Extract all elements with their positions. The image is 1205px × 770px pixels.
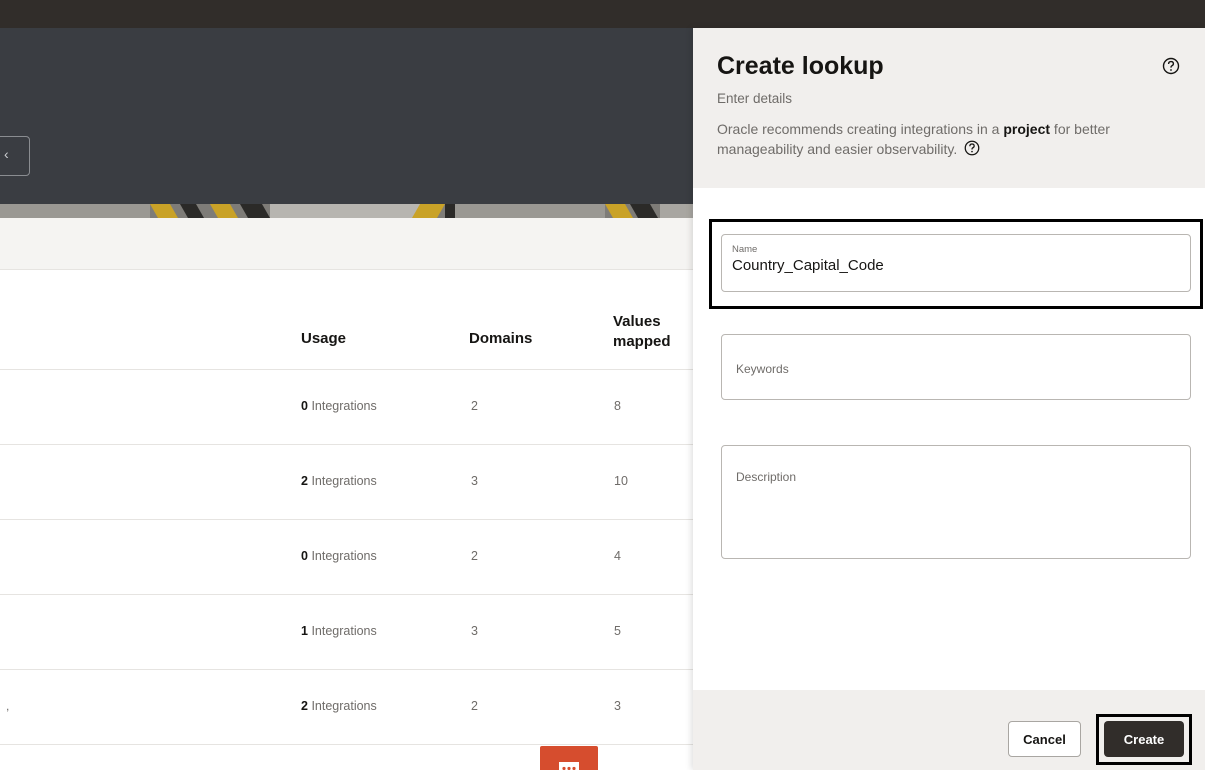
- hero-banner: ‹: [0, 28, 693, 204]
- drawer-subtitle: Enter details: [717, 91, 793, 106]
- create-button[interactable]: Create: [1104, 721, 1184, 757]
- hero-back-button[interactable]: ‹: [0, 136, 30, 176]
- table-row[interactable]: , 2 Integrations 2 3: [0, 670, 693, 745]
- chat-bubble-icon: [559, 762, 579, 770]
- domains-cell: 2: [471, 549, 478, 563]
- usage-cell[interactable]: 2 Integrations: [301, 474, 377, 488]
- values-mapped-cell: 3: [614, 699, 621, 713]
- usage-label: Integrations: [311, 399, 377, 413]
- create-lookup-drawer: Create lookup Enter details Oracle recom…: [693, 28, 1205, 770]
- usage-count: 0: [301, 399, 308, 413]
- usage-count: 0: [301, 549, 308, 563]
- drawer-title: Create lookup: [717, 52, 884, 80]
- column-header-values-mapped[interactable]: Values mapped: [613, 312, 693, 352]
- table-row[interactable]: 1 Integrations 3 5: [0, 595, 693, 670]
- drawer-header: Create lookup Enter details Oracle recom…: [693, 28, 1205, 188]
- table-row[interactable]: 2 Integrations 3 10: [0, 445, 693, 520]
- name-field-label: Name: [732, 244, 758, 255]
- keywords-field[interactable]: Keywords: [721, 334, 1191, 400]
- usage-cell[interactable]: 1 Integrations: [301, 624, 377, 638]
- column-header-usage[interactable]: Usage: [301, 330, 346, 347]
- table-header: Usage Domains Values mapped: [0, 270, 693, 370]
- domains-cell: 2: [471, 699, 478, 713]
- row-leading-text: ,: [6, 699, 10, 713]
- usage-label: Integrations: [311, 699, 377, 713]
- values-mapped-cell: 8: [614, 399, 621, 413]
- help-circle-icon[interactable]: [1161, 56, 1181, 76]
- usage-cell[interactable]: 0 Integrations: [301, 549, 377, 563]
- name-field[interactable]: Name: [721, 234, 1191, 292]
- domains-cell: 2: [471, 399, 478, 413]
- keywords-placeholder: Keywords: [736, 362, 789, 376]
- note-prefix: Oracle recommends creating integrations …: [717, 121, 1004, 137]
- chevron-left-icon: ‹: [4, 146, 9, 162]
- cancel-button[interactable]: Cancel: [1008, 721, 1081, 757]
- filter-bar: [0, 218, 693, 270]
- usage-cell[interactable]: 0 Integrations: [301, 399, 377, 413]
- values-mapped-cell: 5: [614, 624, 621, 638]
- table-row[interactable]: 0 Integrations 2 8: [0, 370, 693, 445]
- domains-cell: 3: [471, 474, 478, 488]
- usage-cell[interactable]: 2 Integrations: [301, 699, 377, 713]
- description-field[interactable]: Description: [721, 445, 1191, 559]
- usage-count: 1: [301, 624, 308, 638]
- usage-count: 2: [301, 474, 308, 488]
- usage-count: 2: [301, 699, 308, 713]
- description-placeholder: Description: [736, 470, 797, 484]
- help-circle-icon[interactable]: [963, 139, 981, 157]
- name-input[interactable]: [732, 257, 1172, 274]
- column-header-domains[interactable]: Domains: [469, 330, 532, 347]
- decorative-pattern-band: [0, 204, 693, 218]
- usage-label: Integrations: [311, 549, 377, 563]
- usage-label: Integrations: [311, 474, 377, 488]
- project-recommendation-note: Oracle recommends creating integrations …: [717, 119, 1187, 159]
- values-mapped-cell: 4: [614, 549, 621, 563]
- chat-button[interactable]: [540, 746, 598, 770]
- table-row[interactable]: 0 Integrations 2 4: [0, 520, 693, 595]
- domains-cell: 3: [471, 624, 478, 638]
- background-page: ‹ Usage Domains Values mapped 0 Integrat…: [0, 28, 693, 770]
- top-bar: [0, 0, 1205, 28]
- project-link[interactable]: project: [1003, 121, 1050, 137]
- usage-label: Integrations: [311, 624, 377, 638]
- drawer-footer: Cancel Create: [693, 690, 1205, 770]
- values-mapped-cell: 10: [614, 474, 628, 488]
